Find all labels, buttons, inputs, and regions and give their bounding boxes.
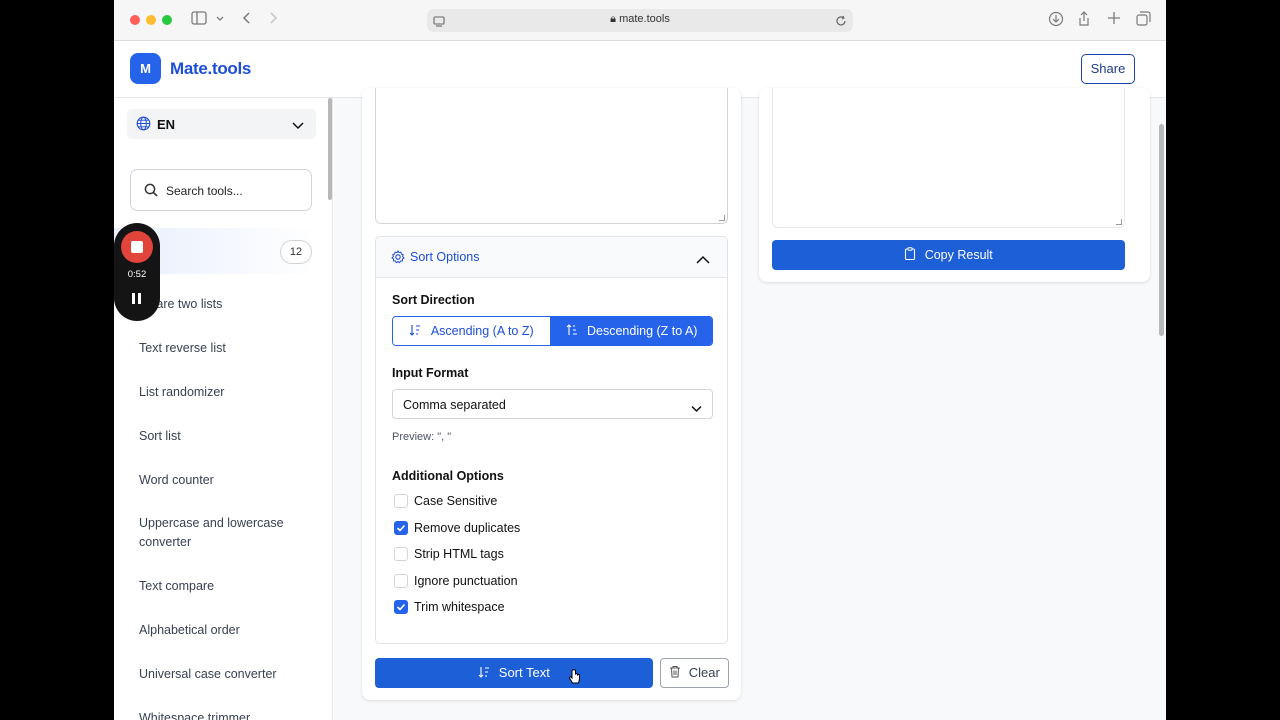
sort-ascending-icon: [409, 324, 424, 338]
result-card: Copy Result: [759, 88, 1150, 282]
sort-direction-label: Sort Direction: [392, 293, 475, 307]
gear-icon: [391, 250, 405, 269]
strip-html-label: Strip HTML tags: [414, 547, 504, 561]
sidebar-item-text-reverse-list[interactable]: Text reverse list: [139, 339, 314, 358]
sidebar-scrollbar[interactable]: [328, 98, 332, 200]
trim-whitespace-checkbox[interactable]: [394, 600, 408, 614]
forward-icon[interactable]: [268, 11, 278, 29]
sort-icon: [478, 665, 494, 680]
input-format-label: Input Format: [392, 366, 469, 380]
check-icon: [396, 524, 406, 532]
copy-result-button[interactable]: Copy Result: [772, 240, 1125, 270]
sort-options-title: Sort Options: [410, 250, 480, 264]
url-text: 🔒︎ mate.tools: [427, 13, 853, 26]
descending-button[interactable]: Descending (Z to A): [550, 317, 712, 345]
chevron-down-icon[interactable]: [216, 11, 224, 29]
chevron-down-icon: [691, 400, 702, 418]
check-icon: [396, 603, 406, 611]
page-scrollbar[interactable]: [1159, 124, 1164, 336]
globe-icon: [136, 116, 151, 136]
close-window-button[interactable]: [130, 15, 140, 25]
sort-descending-icon: [566, 324, 581, 338]
result-textarea[interactable]: [772, 88, 1125, 228]
case-sensitive-checkbox[interactable]: [394, 494, 408, 508]
ascending-button[interactable]: Ascending (A to Z): [393, 317, 550, 345]
format-preview: Preview: ", ": [392, 431, 452, 443]
sidebar-item-case-converter[interactable]: Uppercase and lowercase converter: [139, 514, 314, 552]
stop-recording-button[interactable]: [121, 231, 153, 263]
language-selector[interactable]: EN: [127, 109, 316, 139]
resize-handle[interactable]: [719, 215, 725, 221]
trash-icon: [669, 665, 685, 680]
sidebar: EN Search tools... 12 mpare two lists Te…: [114, 98, 333, 720]
reload-icon[interactable]: [835, 14, 847, 32]
minimize-window-button[interactable]: [146, 15, 156, 25]
sidebar-item-whitespace-trimmer[interactable]: Whitespace trimmer: [139, 709, 314, 720]
clear-button[interactable]: Clear: [660, 658, 729, 688]
new-tab-icon[interactable]: [1107, 11, 1121, 29]
brand-name[interactable]: Mate.tools: [170, 59, 251, 79]
resize-handle[interactable]: [1116, 219, 1122, 225]
logo[interactable]: M: [130, 53, 161, 84]
share-icon[interactable]: [1077, 11, 1091, 29]
chevron-up-icon[interactable]: [696, 252, 710, 270]
remove-duplicates-label: Remove duplicates: [414, 521, 521, 535]
sidebar-item-word-counter[interactable]: Word counter: [139, 471, 314, 490]
download-icon[interactable]: [1048, 11, 1064, 29]
sort-options-panel: Sort Options Sort Direction Ascending (A…: [375, 236, 728, 644]
sidebar-item-text-compare[interactable]: Text compare: [139, 577, 314, 596]
case-sensitive-label: Case Sensitive: [414, 494, 498, 508]
search-input[interactable]: Search tools...: [130, 169, 312, 211]
tab-overview-icon[interactable]: [1136, 11, 1151, 29]
recording-time: 0:52: [127, 269, 147, 280]
back-icon[interactable]: [242, 11, 252, 29]
sidebar-item-list-randomizer[interactable]: List randomizer: [139, 383, 314, 402]
search-icon: [144, 183, 158, 202]
chevron-down-icon: [292, 118, 304, 136]
main-content: Sort Options Sort Direction Ascending (A…: [334, 88, 1166, 720]
pause-icon[interactable]: [131, 293, 143, 305]
input-textarea[interactable]: [375, 88, 728, 224]
clipboard-icon: [904, 247, 919, 262]
count-badge: 12: [280, 240, 312, 264]
descending-label: Descending (Z to A): [587, 324, 698, 338]
sidebar-item-alphabetical-order[interactable]: Alphabetical order: [139, 621, 314, 640]
strip-html-checkbox[interactable]: [394, 547, 408, 561]
sort-text-label: Sort Text: [498, 665, 550, 680]
browser-window: 🔒︎ mate.tools M Mate.tools Share EN Sear…: [114, 0, 1166, 720]
sidebar-item-compare-two-lists[interactable]: mpare two lists: [139, 295, 314, 314]
screen-recorder: 0:52: [114, 223, 160, 321]
sort-text-button[interactable]: Sort Text: [375, 658, 653, 688]
sidebar-toggle-icon[interactable]: [191, 11, 207, 29]
input-format-value: Comma separated: [403, 398, 506, 412]
clear-label: Clear: [688, 665, 720, 680]
sidebar-item-sort-list[interactable]: Sort list: [139, 427, 314, 446]
input-card: Sort Options Sort Direction Ascending (A…: [362, 88, 741, 700]
address-bar[interactable]: 🔒︎ mate.tools: [427, 9, 853, 32]
browser-toolbar: 🔒︎ mate.tools: [114, 0, 1166, 41]
sort-options-header[interactable]: Sort Options: [376, 237, 727, 278]
input-format-select[interactable]: Comma separated: [392, 389, 713, 419]
trim-whitespace-label: Trim whitespace: [414, 600, 505, 614]
copy-result-label: Copy Result: [924, 248, 993, 262]
search-placeholder: Search tools...: [166, 184, 243, 198]
remove-duplicates-checkbox[interactable]: [394, 521, 408, 535]
zoom-window-button[interactable]: [162, 15, 172, 25]
ignore-punctuation-label: Ignore punctuation: [414, 574, 518, 588]
stop-icon: [131, 241, 143, 253]
ignore-punctuation-checkbox[interactable]: [394, 574, 408, 588]
sidebar-item-universal-case-converter[interactable]: Universal case converter: [139, 665, 314, 684]
mouse-pointer-icon: [568, 668, 582, 691]
lock-icon: 🔒︎: [610, 13, 617, 25]
share-button[interactable]: Share: [1081, 54, 1135, 84]
ascending-label: Ascending (A to Z): [430, 324, 534, 338]
sort-direction-toggle: Ascending (A to Z) Descending (Z to A): [392, 316, 713, 346]
url-label: mate.tools: [619, 13, 670, 25]
additional-options-label: Additional Options: [392, 469, 504, 483]
language-label: EN: [157, 117, 176, 132]
